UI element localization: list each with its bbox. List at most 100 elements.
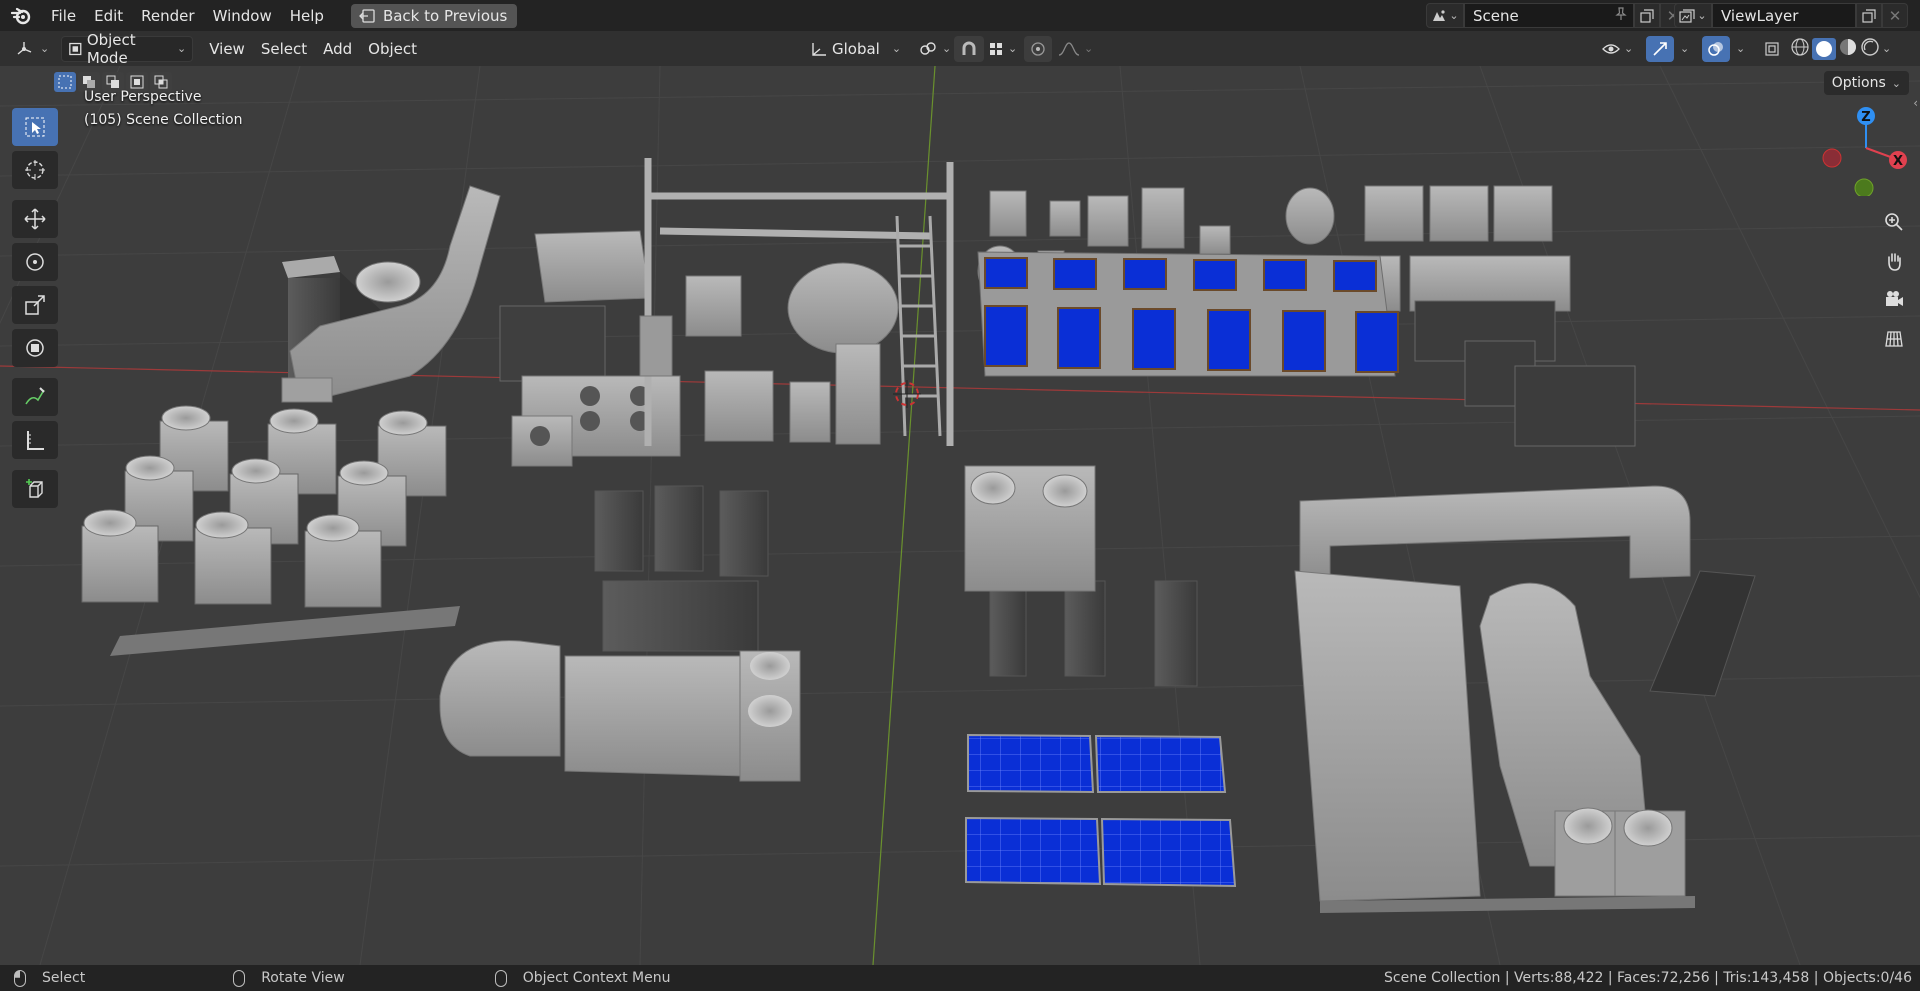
add-cube-tool[interactable] [12, 470, 58, 508]
options-dropdown[interactable]: Options ⌄ [1823, 71, 1909, 95]
rotate-icon [26, 253, 44, 271]
view-layer-name-field[interactable]: ViewLayer [1712, 3, 1856, 28]
new-view-layer-button[interactable] [1856, 3, 1882, 28]
snap-toggle[interactable] [954, 35, 984, 62]
ruler-icon [27, 431, 44, 450]
snap-grid-icon [990, 42, 1002, 55]
chevron-down-icon: ⌄ [1624, 42, 1634, 55]
menu-render[interactable]: Render [132, 4, 203, 28]
ladder[interactable] [895, 215, 942, 437]
menu-file[interactable]: File [42, 4, 85, 28]
scene-name: Scene [1473, 6, 1519, 25]
overlays-dropdown[interactable]: ⌄ [1730, 36, 1751, 62]
options-label: Options [1831, 75, 1886, 91]
duplicate-icon [1640, 8, 1654, 23]
blender-logo-icon[interactable] [10, 5, 32, 27]
circular-tank[interactable] [787, 262, 899, 445]
gizmo-toggle[interactable] [1646, 35, 1674, 62]
add-cube-icon [26, 479, 43, 498]
gizmo-x-label: X [1893, 154, 1903, 169]
annotate-tool[interactable] [12, 378, 58, 416]
status-rotate-hint: Rotate View [233, 969, 345, 987]
move-tool[interactable] [12, 200, 58, 238]
measure-tool[interactable] [12, 421, 58, 459]
roof-fan-unit[interactable] [355, 261, 421, 303]
proportional-icon [1031, 41, 1045, 56]
scene-selector: ⌄ Scene ✕ [1426, 3, 1686, 28]
gizmo-dropdown[interactable]: ⌄ [1674, 36, 1695, 62]
annotate-pen-icon [25, 387, 45, 405]
wireframe-shading-icon[interactable] [1790, 37, 1810, 61]
back-to-previous-button[interactable]: Back to Previous [350, 3, 518, 28]
tall-exhaust-stack[interactable] [1649, 570, 1756, 697]
transform-orientation-dropdown[interactable]: Global ⌄ [804, 36, 907, 62]
status-middle-label: Rotate View [261, 970, 345, 986]
gizmo-neg-x[interactable] [1822, 148, 1842, 168]
header-menu-object[interactable]: Object [362, 36, 423, 62]
skylight-platform[interactable] [977, 251, 1399, 377]
rendered-shading-icon[interactable] [1860, 37, 1880, 61]
chevron-down-icon[interactable]: ⌄ [1882, 42, 1891, 55]
3d-cursor-icon [25, 160, 45, 180]
editor-type-button[interactable]: ⌄ [8, 36, 55, 62]
3d-cursor[interactable] [893, 380, 921, 408]
chevron-down-icon: ⌄ [942, 42, 952, 55]
chevron-down-icon: ⌄ [1008, 42, 1018, 55]
header-menu-add[interactable]: Add [317, 36, 358, 62]
transform-tool[interactable] [12, 329, 58, 367]
status-left-label: Select [42, 970, 86, 986]
chevron-down-icon: ⌄ [1891, 76, 1901, 90]
lower-air-handler[interactable] [439, 640, 801, 782]
zoom-icon[interactable] [1878, 206, 1910, 238]
close-icon: ✕ [1888, 6, 1902, 25]
cursor-tool[interactable] [12, 151, 58, 189]
sidebar-toggle-icon[interactable]: ‹ [1913, 96, 1918, 110]
new-scene-button[interactable] [1634, 3, 1660, 28]
header-menu-select[interactable]: Select [255, 36, 313, 62]
double-fan-unit[interactable] [964, 465, 1096, 592]
delete-view-layer-button[interactable]: ✕ [1882, 3, 1908, 28]
menu-help[interactable]: Help [281, 4, 333, 28]
rotate-tool[interactable] [12, 243, 58, 281]
scene-browse-button[interactable]: ⌄ [1426, 3, 1464, 28]
scene-render[interactable] [0, 66, 1920, 965]
view-layer-name: ViewLayer [1721, 6, 1799, 25]
scene-icon [1433, 9, 1446, 21]
navigation-gizmo[interactable]: Z X [1810, 96, 1910, 198]
camera-view-icon[interactable] [1878, 284, 1910, 316]
select-box-tool[interactable] [12, 108, 58, 146]
duplicate-icon [1862, 8, 1876, 23]
scene-name-field[interactable]: Scene [1464, 3, 1634, 28]
pivot-point-dropdown[interactable]: ⌄ [912, 36, 957, 62]
menu-window[interactable]: Window [204, 4, 281, 28]
mouse-left-icon [14, 969, 26, 987]
proportional-edit-toggle[interactable] [1024, 35, 1052, 62]
gizmo-icon [1653, 41, 1667, 56]
mode-dropdown[interactable]: Object Mode ⌄ [61, 31, 194, 67]
gizmo-neg-y[interactable] [1854, 178, 1874, 198]
header-menu-view[interactable]: View [203, 36, 251, 62]
view-layer-browse-button[interactable]: ⌄ [1674, 3, 1712, 28]
object-mode-icon [69, 42, 82, 55]
overlays-toggle[interactable] [1702, 35, 1730, 62]
back-to-previous-label: Back to Previous [382, 6, 508, 25]
large-ductwork[interactable] [1294, 485, 1695, 913]
3d-viewport[interactable]: User Perspective (105) Scene Collection … [0, 66, 1920, 965]
mode-label: Object Mode [86, 30, 136, 67]
material-shading-icon[interactable] [1838, 37, 1858, 61]
select-new-icon[interactable] [54, 72, 76, 92]
pan-hand-icon[interactable] [1878, 245, 1910, 277]
chevron-down-icon: ⌄ [1680, 42, 1690, 55]
solar-panels[interactable] [965, 733, 1237, 888]
orientation-icon [812, 42, 826, 56]
menu-edit[interactable]: Edit [85, 4, 132, 28]
xray-toggle[interactable] [1758, 36, 1786, 62]
pin-icon[interactable] [1615, 6, 1627, 25]
visibility-dropdown[interactable]: ⌄ [1596, 36, 1639, 62]
ortho-grid-icon[interactable] [1878, 323, 1910, 355]
solid-shading-icon[interactable] [1812, 37, 1836, 60]
falloff-dropdown[interactable]: ⌄ [1052, 36, 1099, 62]
snap-target-dropdown[interactable]: ⌄ [982, 36, 1023, 62]
scale-tool[interactable] [12, 286, 58, 324]
view-layer-selector: ⌄ ViewLayer ✕ [1674, 3, 1908, 28]
